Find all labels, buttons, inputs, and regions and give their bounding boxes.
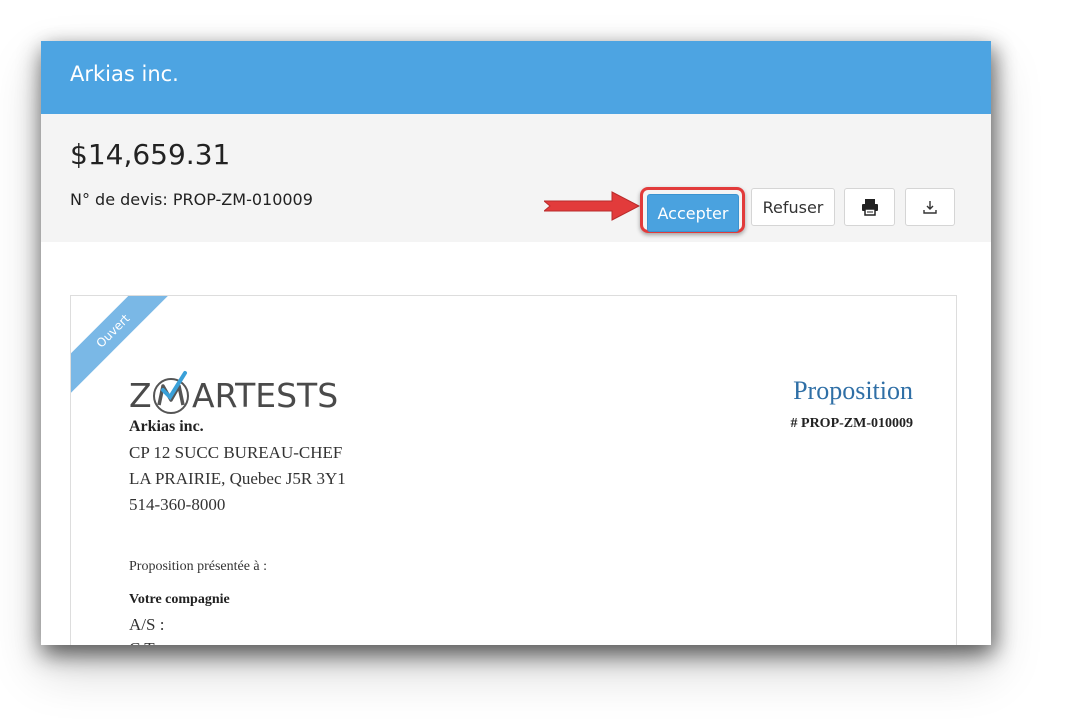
header-bar: Arkias inc. (41, 41, 991, 114)
refuse-button[interactable]: Refuser (751, 188, 835, 226)
quote-number: N° de devis: PROP-ZM-010009 (70, 190, 313, 209)
presented-to-label: Proposition présentée à : (129, 559, 268, 574)
logo-text-z: Z (129, 376, 152, 415)
accept-button[interactable]: Accepter (647, 194, 739, 232)
company-title: Arkias inc. (70, 62, 179, 86)
checkmark-logo-icon (153, 371, 189, 414)
logo-text-rest: ARTESTS (192, 376, 339, 415)
client-cut-line: C T (129, 639, 155, 645)
arrow-annotation-icon (544, 191, 640, 221)
quote-amount: $14,659.31 (70, 138, 231, 171)
print-icon (861, 199, 878, 216)
proposal-document: Ouvert Z ARTESTS Arkias inc. CP 12 SUCC … (70, 295, 957, 645)
issuer-address-line2: LA PRAIRIE, Quebec J5R 3Y1 (129, 469, 346, 488)
quote-summary: $14,659.31 N° de devis: PROP-ZM-010009 A… (41, 114, 991, 242)
proposal-number: # PROP-ZM-010009 (790, 416, 913, 431)
client-attention: A/S : (129, 615, 165, 634)
quote-window: Arkias inc. $14,659.31 N° de devis: PROP… (41, 41, 991, 645)
proposal-title: Proposition (793, 376, 913, 405)
print-button[interactable] (844, 188, 895, 226)
download-icon (923, 201, 937, 214)
issuer-name: Arkias inc. (129, 418, 204, 435)
client-name: Votre compagnie (129, 592, 230, 607)
download-button[interactable] (905, 188, 955, 226)
issuer-phone: 514-360-8000 (129, 495, 226, 514)
issuer-address-line1: CP 12 SUCC BUREAU-CHEF (129, 443, 343, 462)
